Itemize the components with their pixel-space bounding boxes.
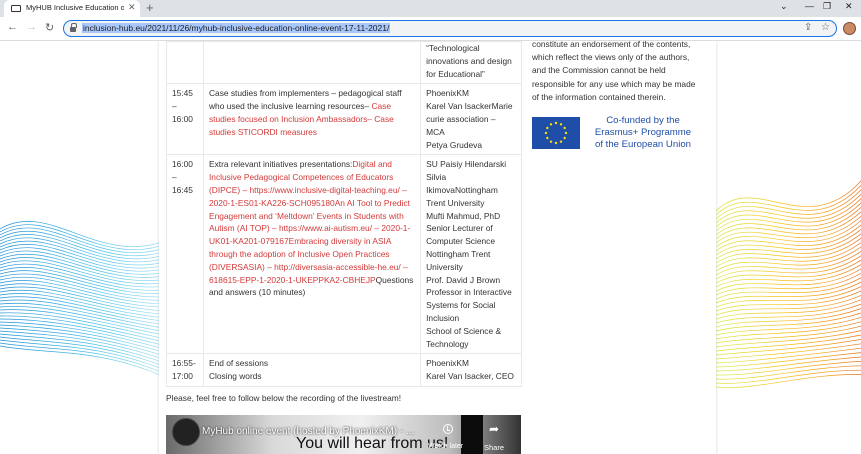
speaker-line: Inclusion (426, 312, 460, 323)
disclaimer-line: constitute an endorsement of the content… (532, 41, 691, 49)
profile-avatar[interactable] (843, 22, 856, 35)
session-link[interactable]: Digital and Inclusive Pedagogical Compet… (209, 159, 410, 284)
video-overlay-text: You will hear from us! (296, 435, 449, 452)
lock-icon[interactable] (70, 23, 77, 32)
speakers-cell: “Technological innovations and design fo… (420, 41, 522, 85)
logo-line: Erasmus+ Programme (594, 127, 692, 138)
speaker-line: Nottingham Trent (426, 248, 491, 259)
time-cell: 16:55- 17:00 (166, 353, 204, 387)
share-page-icon[interactable]: ⇪ (804, 22, 812, 33)
table-row: 16:00 – 16:45 Extra relevant initiatives… (166, 154, 522, 355)
back-arrow-icon[interactable]: ← (7, 21, 18, 33)
speaker-line: IkimovaNottingham (426, 184, 498, 195)
video-speaker-image (461, 415, 483, 454)
livestream-note: Please, feel free to follow below the re… (166, 393, 402, 403)
new-tab-button[interactable]: + (146, 0, 154, 15)
session-cell: Case studies from implementers – pedagog… (202, 83, 422, 156)
speaker-line: Technology (426, 338, 469, 349)
speaker-line: Mufti Mahmud, PhD (426, 210, 501, 221)
disclaimer-line: which reflect the views only of the auth… (532, 52, 690, 63)
share-label[interactable]: Share (484, 443, 504, 452)
speaker-line: Karel Van Isacker, CEO (426, 371, 514, 382)
table-row: “Technological innovations and design fo… (166, 41, 522, 85)
session-text: End of sessions (208, 358, 269, 369)
address-bar[interactable]: inclusion-hub.eu/2021/11/26/myhub-inclus… (63, 20, 837, 37)
browser-toolbar: ← → ↻ inclusion-hub.eu/2021/11/26/myhub-… (0, 17, 861, 41)
logo-line: of the European Union (594, 139, 691, 150)
youtube-video-embed[interactable]: You will hear from us! MyHub online even… (166, 415, 521, 454)
forward-arrow-icon[interactable]: → (26, 21, 37, 33)
speaker-line: curie association – MCA (426, 113, 496, 137)
url-text[interactable]: inclusion-hub.eu/2021/11/26/myhub-inclus… (82, 23, 391, 33)
close-tab-icon[interactable]: ✕ (128, 2, 136, 13)
speaker-line: Senior Lecturer of (426, 223, 493, 234)
speaker-line: School of Science & (426, 325, 502, 336)
time-cell: 15:45 – 16:00 (166, 83, 204, 156)
erasmus-logo-text: Co-funded by the Erasmus+ Programme of t… (584, 115, 702, 151)
speaker-line: innovations and design (426, 55, 512, 66)
close-window-icon[interactable]: ✕ (845, 1, 853, 12)
web-page: “Technological innovations and design fo… (0, 41, 861, 454)
schedule-table: “Technological innovations and design fo… (166, 41, 522, 387)
speaker-line: Trent University (426, 197, 485, 208)
time-cell: 16:00 – 16:45 (166, 154, 204, 355)
speakers-cell: PhoenixKM Karel Van Isacker, CEO (420, 353, 522, 387)
speakers-cell: SU Paisiy Hilendarski Silvia IkimovaNott… (420, 154, 522, 355)
speaker-line: PhoenixKM (426, 358, 469, 369)
speaker-line: Petya Grudeva (426, 139, 482, 150)
tab-title: MyHUB Inclusive Education onlin (26, 3, 124, 12)
minimize-icon[interactable]: — (805, 1, 814, 11)
session-cell: Extra relevant initiatives presentations… (202, 154, 422, 355)
speaker-line: PhoenixKM (426, 88, 469, 99)
time-cell (166, 41, 204, 85)
eu-disclaimer: constitute an endorsement of the content… (532, 41, 708, 104)
session-text: Closing words (208, 371, 262, 382)
speakers-cell: PhoenixKM Karel Van IsackerMarie curie a… (420, 83, 522, 156)
session-cell: End of sessions Closing words (202, 353, 422, 387)
tab-search-icon[interactable]: ⌄ (780, 1, 788, 12)
decorative-wave-right (716, 180, 861, 388)
session-text: Extra relevant initiatives presentations… (208, 159, 353, 170)
watch-later-icon[interactable] (443, 424, 453, 434)
speaker-line: Computer Science (426, 236, 496, 247)
speaker-line: University (426, 261, 463, 272)
eu-flag-icon (532, 117, 580, 149)
speaker-line: Karel Van IsackerMarie (426, 101, 513, 112)
session-cell (202, 41, 422, 85)
video-title[interactable]: MyHub online event (hosted by PhoenixKM)… (202, 426, 414, 437)
table-row: 16:55- 17:00 End of sessions Closing wor… (166, 353, 522, 387)
speaker-line: Silvia (426, 172, 447, 183)
speaker-line: SU Paisiy Hilendarski (426, 159, 507, 170)
speaker-line: “Technological (426, 43, 480, 53)
reload-icon[interactable]: ↻ (45, 21, 54, 34)
disclaimer-line: and the Commission cannot be held (532, 65, 666, 76)
watch-later-label[interactable]: Watch later (428, 443, 463, 450)
bookmark-star-icon[interactable]: ☆ (821, 22, 830, 33)
page-favicon-icon (11, 5, 21, 12)
table-row: 15:45 – 16:00 Case studies from implemen… (166, 83, 522, 156)
browser-tab-bar: MyHUB Inclusive Education onlin ✕ + ⌄ — … (0, 0, 861, 17)
maximize-icon[interactable]: ❐ (823, 1, 831, 12)
speaker-line: Professor in Interactive (426, 287, 512, 298)
speaker-line: for Educational” (426, 68, 485, 79)
erasmus-logo: Co-funded by the Erasmus+ Programme of t… (532, 115, 702, 151)
share-icon[interactable]: ➦ (489, 422, 499, 436)
logo-line: Co-funded by the (606, 115, 680, 126)
decorative-wave-left (0, 221, 170, 380)
browser-tab[interactable]: MyHUB Inclusive Education onlin ✕ (4, 0, 140, 17)
disclaimer-line: of the information contained therein. (532, 91, 666, 102)
disclaimer-line: responsible for any use which may be mad… (532, 78, 696, 89)
channel-avatar[interactable] (172, 418, 200, 446)
speaker-line: Systems for Social (426, 300, 496, 311)
speaker-line: Prof. David J Brown (426, 274, 501, 285)
